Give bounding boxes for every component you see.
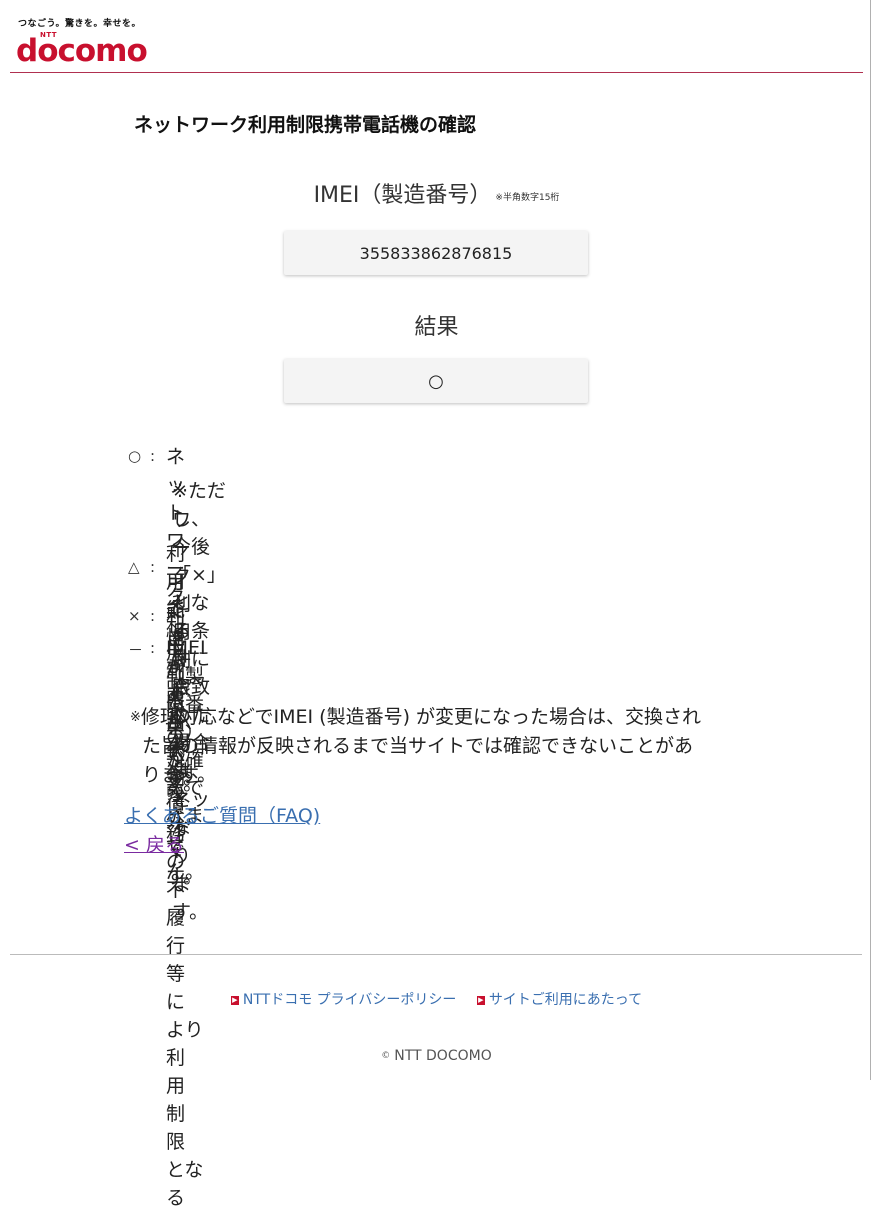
legend-triangle-symbol: △ bbox=[128, 558, 140, 576]
faq-link[interactable]: よくあるご質問（FAQ) bbox=[124, 801, 320, 828]
legend-cross-symbol: × bbox=[128, 607, 141, 625]
result-label: 結果 bbox=[414, 315, 459, 340]
notice-mark: ※ bbox=[130, 710, 141, 725]
footer-links: ▶ NTTドコモ プライバシーポリシー ▶ サイトご利用にあたって bbox=[0, 989, 873, 1009]
legend-colon: : bbox=[150, 639, 156, 657]
imei-format-note: ※半角数字15桁 bbox=[495, 192, 560, 203]
site-header: つなごう。驚きを。幸せを。 NTT docomo bbox=[0, 0, 873, 74]
imei-value-box: 355833862876815 bbox=[284, 231, 588, 275]
imei-change-notice: ※修理対応などでIMEI (製造番号) が変更になった場合は、交換され た旨の情… bbox=[130, 703, 760, 790]
arrow-right-icon: ▶ bbox=[230, 995, 239, 1005]
imei-label-text: IMEI（製造番号） bbox=[313, 183, 492, 208]
page-right-border bbox=[870, 0, 871, 1080]
footer-link-privacy-label: NTTドコモ プライバシーポリシー bbox=[242, 992, 457, 1008]
page-title: ネットワーク利用制限携帯電話機の確認 bbox=[134, 114, 477, 136]
footer-link-terms-label: サイトご利用にあたって bbox=[488, 992, 643, 1008]
back-link[interactable]: < 戻る bbox=[124, 830, 184, 857]
copyright-text: NTT DOCOMO bbox=[394, 1048, 492, 1064]
brand-tagline: つなごう。驚きを。幸せを。 bbox=[18, 19, 141, 29]
notice-line-3: ります。 bbox=[142, 764, 217, 786]
legend-circle-symbol: ○ bbox=[128, 447, 142, 465]
notice-line-1: 修理対応などでIMEI (製造番号) が変更になった場合は、交換され bbox=[140, 706, 702, 728]
copyright-icon: © bbox=[381, 1051, 391, 1061]
legend-colon: : bbox=[150, 558, 156, 576]
legend-colon: : bbox=[150, 447, 156, 465]
footer-link-privacy[interactable]: ▶ NTTドコモ プライバシーポリシー bbox=[230, 992, 457, 1008]
notice-line-2: た旨の情報が反映されるまで当サイトでは確認できないことがあ bbox=[142, 735, 694, 757]
logo-wordmark: docomo bbox=[16, 33, 148, 69]
legend-dash-symbol: － bbox=[128, 641, 144, 659]
header-divider bbox=[10, 72, 863, 73]
imei-label: IMEI（製造番号） ※半角数字15桁 bbox=[0, 177, 873, 209]
result-value-box: ○ bbox=[284, 359, 588, 403]
footer-link-terms[interactable]: ▶ サイトご利用にあたって bbox=[476, 992, 643, 1008]
arrow-right-icon: ▶ bbox=[476, 995, 485, 1005]
copyright: © NTT DOCOMO bbox=[0, 1048, 873, 1064]
footer-divider bbox=[10, 954, 862, 955]
legend-colon: : bbox=[150, 607, 156, 625]
